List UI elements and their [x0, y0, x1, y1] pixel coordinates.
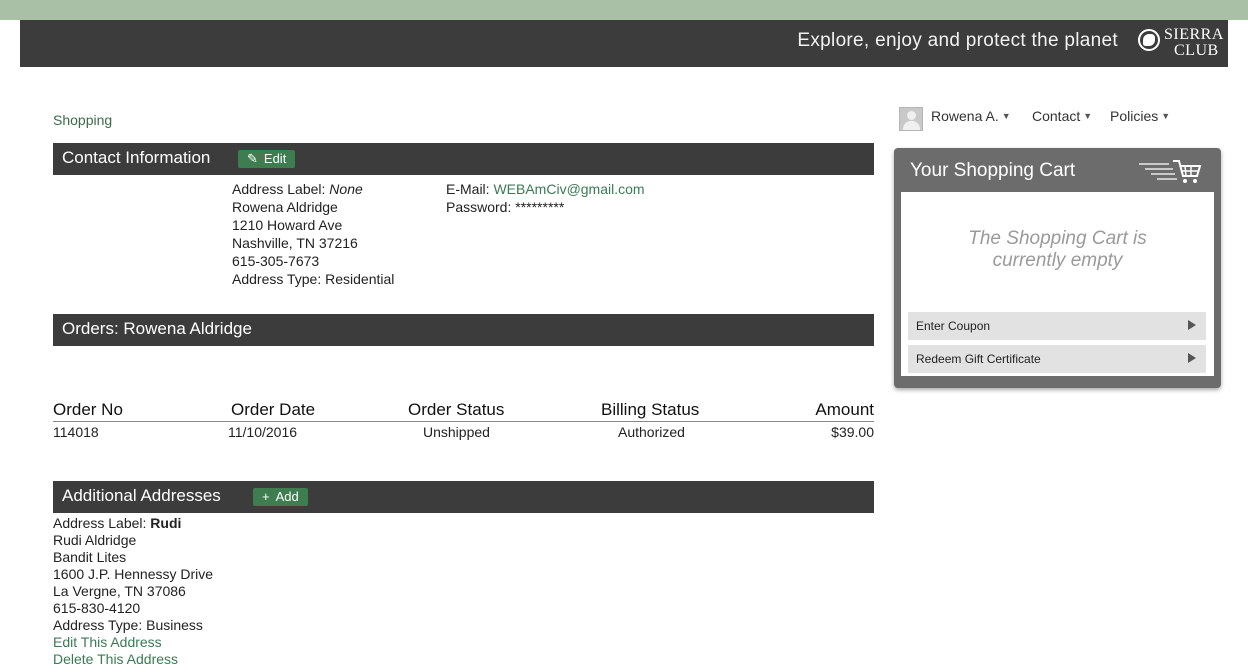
- contact-info-header: Contact Information ✎ Edit: [53, 143, 874, 175]
- order-status: Unshipped: [423, 424, 490, 440]
- site-tagline: Explore, enjoy and protect the planet: [797, 30, 1118, 51]
- policies-menu-label: Policies: [1110, 108, 1159, 124]
- cart-empty-line-2: currently empty: [992, 250, 1123, 271]
- contact-address: Address Label: None Rowena Aldridge 1210…: [232, 180, 394, 288]
- arrow-right-icon: [1188, 320, 1196, 330]
- additional-addresses-header: Additional Addresses + Add: [53, 481, 874, 513]
- caret-down-icon: ▼: [1161, 111, 1171, 121]
- arrow-right-icon: [1188, 353, 1196, 363]
- address-label-prefix: Address Label:: [232, 181, 326, 197]
- user-menu-label: Rowena A.: [931, 108, 999, 124]
- background-image-strip: [0, 0, 1248, 20]
- cart-empty-line-1: The Shopping Cart is: [968, 228, 1147, 249]
- shopping-cart-widget: Your Shopping Cart The Shopping Cart is …: [894, 148, 1221, 388]
- order-no-link[interactable]: 114018: [53, 424, 99, 440]
- user-avatar-icon[interactable]: [899, 107, 923, 131]
- col-order-status: Order Status: [408, 400, 505, 419]
- order-amount: $39.00: [831, 424, 874, 440]
- address-label-line: Address Label: None: [232, 180, 394, 198]
- contact-menu[interactable]: Contact ▼: [1032, 108, 1092, 124]
- plus-icon: +: [262, 489, 270, 504]
- shopping-cart-icon: [1139, 160, 1202, 183]
- additional-addresses-title: Additional Addresses: [62, 486, 221, 505]
- address-label-value: None: [329, 181, 363, 197]
- cart-panel: The Shopping Cart is currently empty Ent…: [901, 192, 1214, 376]
- addl-label-line: Address Label: Rudi: [53, 515, 213, 532]
- enter-coupon-label: Enter Coupon: [916, 319, 991, 333]
- cart-title: Your Shopping Cart: [910, 160, 1076, 181]
- cart-empty-message: The Shopping Cart is currently empty: [901, 228, 1214, 272]
- orders-header: Orders: Rowena Aldridge: [53, 314, 874, 346]
- contact-info-title: Contact Information: [62, 148, 211, 167]
- contact-street: 1210 Howard Ave: [232, 217, 343, 233]
- addl-label-prefix: Address Label:: [53, 515, 147, 531]
- col-amount: Amount: [815, 400, 874, 419]
- user-menu[interactable]: Rowena A. ▼: [931, 108, 1011, 124]
- globe-icon: [1138, 29, 1160, 51]
- addl-company: Bandit Lites: [53, 549, 127, 565]
- orders-title: Orders: Rowena Aldridge: [62, 319, 252, 338]
- col-billing-status: Billing Status: [601, 400, 700, 419]
- billing-status: Authorized: [618, 424, 685, 440]
- enter-coupon-row[interactable]: Enter Coupon: [908, 312, 1206, 340]
- addl-phone: 615-830-4120: [53, 600, 141, 616]
- contact-address-type: Address Type: Residential: [232, 271, 395, 287]
- policies-menu[interactable]: Policies ▼: [1110, 108, 1170, 124]
- additional-address-item: Address Label: Rudi Rudi Aldridge Bandit…: [53, 515, 213, 668]
- addl-street: 1600 J.P. Hennessy Drive: [53, 566, 214, 582]
- breadcrumb-shopping[interactable]: Shopping: [53, 112, 112, 128]
- addl-name: Rudi Aldridge: [53, 532, 137, 548]
- contact-phone: 615-305-7673: [232, 253, 320, 269]
- email-line: E-Mail: WEBAmCiv@gmail.com: [446, 180, 645, 198]
- order-date: 11/10/2016: [228, 424, 298, 440]
- redeem-gift-row[interactable]: Redeem Gift Certificate: [908, 345, 1206, 373]
- password-line: Password: *********: [446, 199, 565, 215]
- account-info: E-Mail: WEBAmCiv@gmail.com Password: ***…: [446, 180, 645, 216]
- addl-address-type: Address Type: Business: [53, 617, 203, 633]
- col-order-date: Order Date: [231, 400, 316, 419]
- logo-line-2: CLUB: [1174, 42, 1219, 59]
- email-prefix: E-Mail:: [446, 181, 490, 197]
- caret-down-icon: ▼: [1083, 111, 1093, 121]
- delete-address-link[interactable]: Delete This Address: [53, 651, 213, 668]
- site-header: Explore, enjoy and protect the planet SI…: [20, 20, 1228, 67]
- edit-contact-button[interactable]: ✎ Edit: [238, 150, 296, 168]
- redeem-gift-label: Redeem Gift Certificate: [916, 352, 1041, 366]
- col-order-no: Order No: [53, 400, 123, 419]
- addl-city: La Vergne, TN 37086: [53, 583, 186, 599]
- add-address-button[interactable]: + Add: [253, 488, 308, 506]
- table-header-rule: [53, 421, 874, 422]
- edit-address-link[interactable]: Edit This Address: [53, 634, 213, 651]
- caret-down-icon: ▼: [1001, 111, 1011, 121]
- pencil-icon: ✎: [247, 151, 258, 166]
- edit-contact-label: Edit: [263, 151, 287, 166]
- contact-name: Rowena Aldridge: [232, 199, 338, 215]
- contact-city: Nashville, TN 37216: [232, 235, 358, 251]
- email-link[interactable]: WEBAmCiv@gmail.com: [493, 181, 644, 197]
- add-address-label: Add: [275, 489, 299, 504]
- addl-label-value: Rudi: [150, 515, 182, 531]
- sierra-club-logo[interactable]: SIERRA CLUB: [1130, 26, 1223, 62]
- contact-menu-label: Contact: [1032, 108, 1081, 124]
